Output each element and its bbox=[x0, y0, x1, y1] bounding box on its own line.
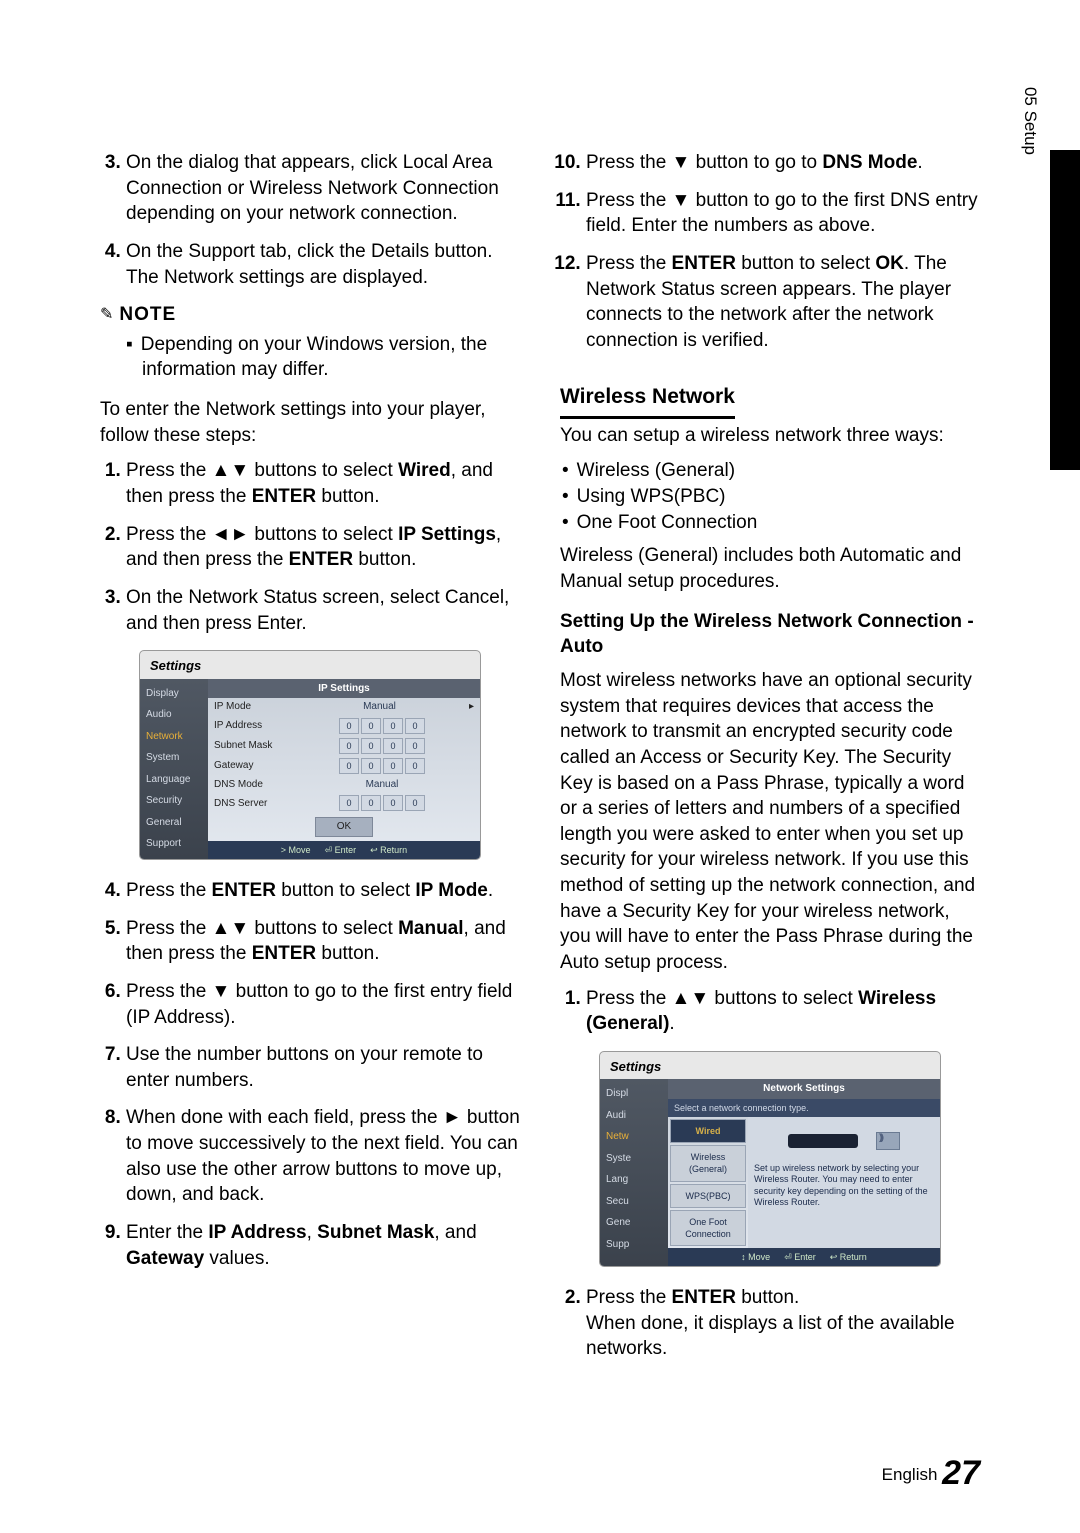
connection-desc: Set up wireless network by selecting you… bbox=[748, 1117, 940, 1248]
router-illustration bbox=[754, 1121, 934, 1161]
ui-main: IP Settings IP ModeManual▸ IP Address000… bbox=[208, 679, 480, 859]
list-item: Press the ENTER button to select IP Mode… bbox=[126, 878, 520, 904]
ui-title: Settings bbox=[140, 651, 480, 679]
side-tab-bar bbox=[1050, 150, 1080, 470]
wireless-heading: Wireless Network bbox=[560, 383, 735, 418]
list-item: Press the ▲▼ buttons to select Manual, a… bbox=[126, 916, 520, 967]
text: On the Support tab, click the Details bu… bbox=[126, 241, 492, 288]
list-item: Press the ▼ button to go to the first en… bbox=[126, 979, 520, 1030]
ui-footer: > Move ⏎ Enter ↩ Return bbox=[208, 841, 480, 859]
para: You can setup a wireless network three w… bbox=[560, 423, 980, 449]
left-list-a: On the dialog that appears, click Local … bbox=[100, 150, 520, 290]
right-column: Press the ▼ button to go to DNS Mode. Pr… bbox=[560, 150, 980, 1374]
note-bullet: Depending on your Windows version, the i… bbox=[100, 332, 520, 383]
side-tab-label: 05 Setup bbox=[1020, 87, 1040, 155]
settings-screenshot-1: Settings Display Audio Network System La… bbox=[139, 650, 481, 860]
list-item: Press the ENTER button. When done, it di… bbox=[586, 1285, 980, 1362]
ui-main: Network Settings Select a network connec… bbox=[668, 1079, 940, 1266]
left-list-b: Press the ▲▼ buttons to select Wired, an… bbox=[100, 458, 520, 636]
page-number: 27 bbox=[942, 1454, 980, 1492]
ui-sidebar: Displ Audi Netw Syste Lang Secu Gene Sup… bbox=[600, 1079, 668, 1266]
list-item: On the Support tab, click the Details bu… bbox=[126, 239, 520, 290]
settings-screenshot-2: Settings Displ Audi Netw Syste Lang Secu… bbox=[599, 1051, 941, 1267]
para: Most wireless networks have an optional … bbox=[560, 668, 980, 976]
list-item: Press the ◄► buttons to select IP Settin… bbox=[126, 522, 520, 573]
list-item: Enter the IP Address, Subnet Mask, and G… bbox=[126, 1220, 520, 1271]
router-icon bbox=[788, 1134, 858, 1148]
left-column: On the dialog that appears, click Local … bbox=[100, 150, 520, 1374]
list-item: Press the ▼ button to go to the first DN… bbox=[586, 188, 980, 239]
note-icon: ✎ bbox=[100, 304, 113, 326]
intro-para: To enter the Network settings into your … bbox=[100, 397, 520, 448]
list-item: Press the ▲▼ buttons to select Wired, an… bbox=[126, 458, 520, 509]
ui-title: Settings bbox=[600, 1052, 940, 1080]
auto-heading: Setting Up the Wireless Network Connecti… bbox=[560, 609, 980, 660]
ok-button: OK bbox=[315, 817, 373, 837]
text: On the dialog that appears, click Local … bbox=[126, 152, 499, 224]
list-item: Use the number buttons on your remote to… bbox=[126, 1042, 520, 1093]
footer-lang: English bbox=[882, 1465, 938, 1484]
connection-options: Wired Wireless (General) WPS(PBC) One Fo… bbox=[668, 1117, 748, 1248]
ui-sidebar: Display Audio Network System Language Se… bbox=[140, 679, 208, 859]
right-list-b: Press the ▲▼ buttons to select Wireless … bbox=[560, 986, 980, 1037]
left-list-c: Press the ENTER button to select IP Mode… bbox=[100, 878, 520, 1271]
list-item: Press the ▼ button to go to DNS Mode. bbox=[586, 150, 980, 176]
para: Wireless (General) includes both Automat… bbox=[560, 543, 980, 594]
right-list-c: Press the ENTER button. When done, it di… bbox=[560, 1285, 980, 1362]
list-item: On the Network Status screen, select Can… bbox=[126, 585, 520, 636]
list-item: Depending on your Windows version, the i… bbox=[142, 332, 520, 383]
wireless-bullets: Wireless (General) Using WPS(PBC) One Fo… bbox=[560, 458, 980, 535]
ui-footer: ↕ Move ⏎ Enter ↩ Return bbox=[668, 1248, 940, 1266]
page-footer: English 27 bbox=[100, 1454, 980, 1493]
note-row: ✎ NOTE bbox=[100, 302, 520, 328]
list-item: Press the ▲▼ buttons to select Wireless … bbox=[586, 986, 980, 1037]
list-item: On the dialog that appears, click Local … bbox=[126, 150, 520, 227]
list-item: Press the ENTER button to select OK. The… bbox=[586, 251, 980, 354]
right-list-a: Press the ▼ button to go to DNS Mode. Pr… bbox=[560, 150, 980, 353]
list-item: When done with each field, press the ► b… bbox=[126, 1105, 520, 1208]
note-label: NOTE bbox=[119, 302, 176, 328]
